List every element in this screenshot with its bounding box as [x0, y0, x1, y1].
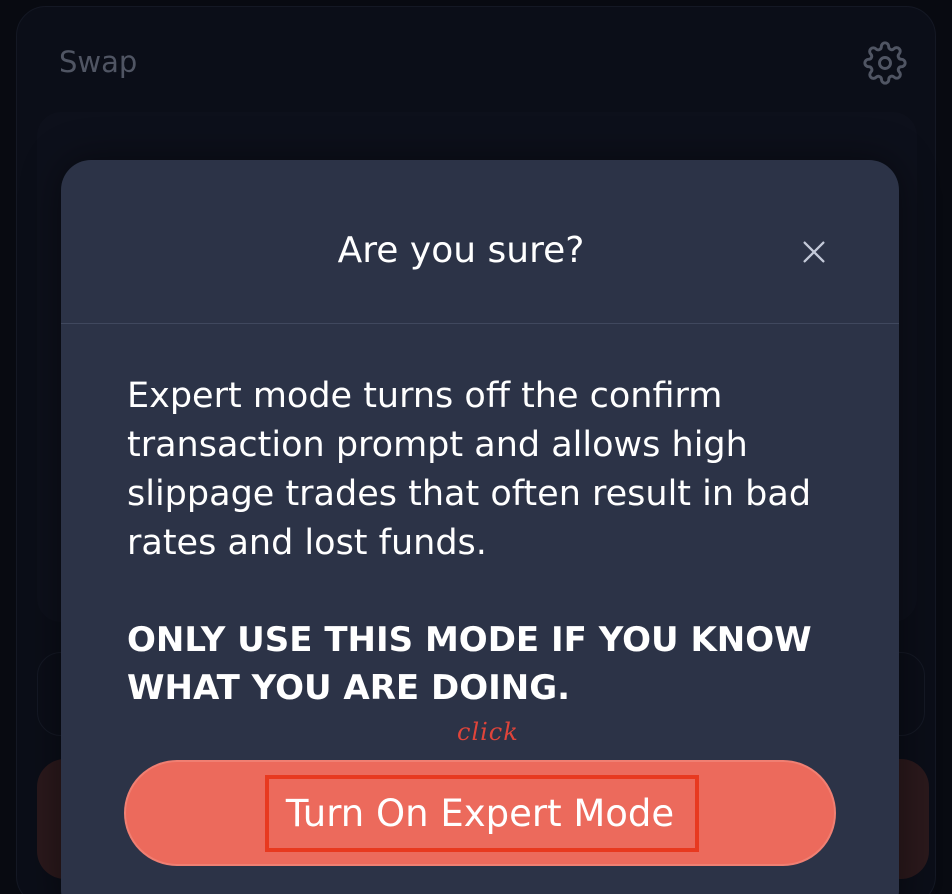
- app-stage: Swap Are you sure? Expert mode turns off…: [0, 0, 952, 894]
- caution-text: ONLY USE THIS MODE IF YOU KNOW WHAT YOU …: [127, 620, 812, 708]
- warning-text: Expert mode turns off the confirm transa…: [127, 376, 812, 563]
- modal-title: Are you sure?: [337, 230, 585, 271]
- modal-body: Expert mode turns off the confirm transa…: [127, 372, 827, 712]
- close-icon[interactable]: [794, 232, 834, 272]
- expert-button-label: Turn On Expert Mode: [285, 791, 675, 835]
- click-annotation: click: [457, 718, 519, 746]
- turn-on-expert-mode-button[interactable]: Turn On Expert Mode: [124, 760, 836, 866]
- modal-header: Are you sure?: [61, 160, 899, 324]
